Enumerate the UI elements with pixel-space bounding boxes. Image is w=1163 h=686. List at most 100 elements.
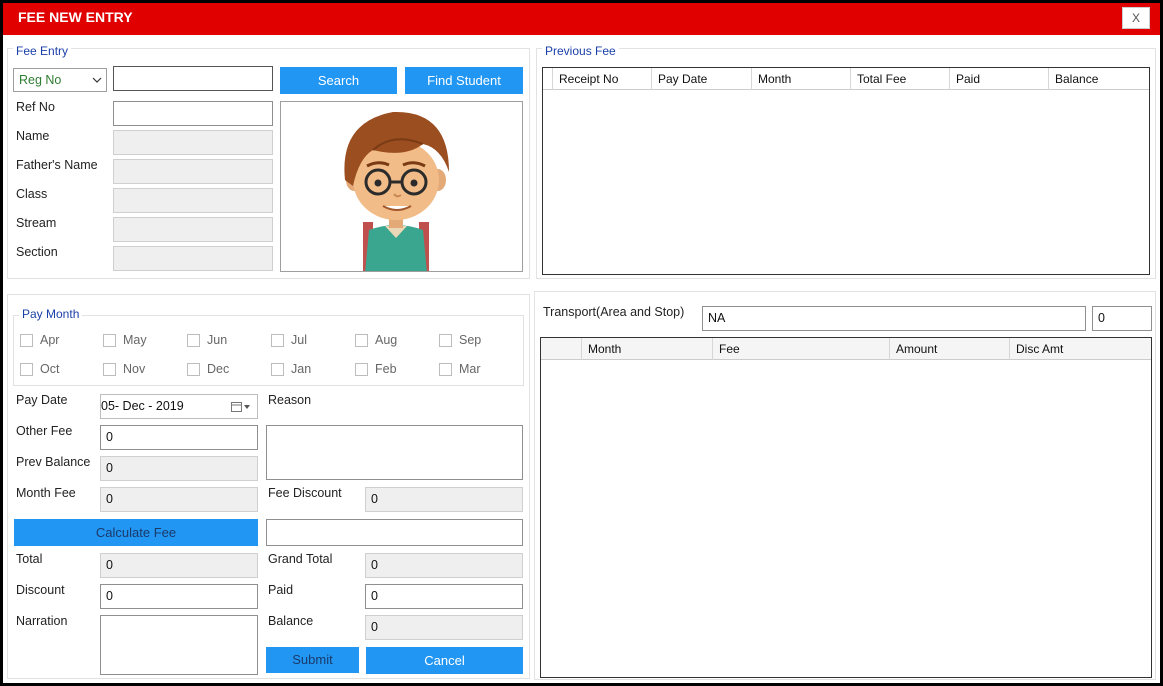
column-header-paid[interactable]: Paid — [950, 68, 1049, 90]
fee-discount-label: Fee Discount — [268, 486, 342, 500]
month-label: Apr — [40, 333, 60, 347]
fee-entry-window: FEE NEW ENTRY X Fee Entry Reg No Search … — [3, 3, 1160, 683]
paid-label: Paid — [268, 583, 294, 597]
find-student-button[interactable]: Find Student — [405, 67, 523, 94]
calculate-fee-button[interactable]: Calculate Fee — [14, 519, 258, 546]
pay-date-picker[interactable]: 05- Dec - 2019 — [100, 394, 258, 419]
balance-label: Balance — [268, 614, 314, 628]
month-fee-field: 0 — [100, 487, 258, 512]
checkbox[interactable] — [103, 363, 116, 376]
balance-field: 0 — [365, 615, 523, 640]
name-field — [113, 130, 273, 155]
search-button[interactable]: Search — [280, 67, 397, 94]
prev-balance-label: Prev Balance — [16, 455, 91, 469]
discount-input[interactable]: 0 — [100, 584, 258, 609]
title-bar: FEE NEW ENTRY X — [3, 3, 1160, 35]
section-label: Section — [16, 245, 58, 259]
row-selector-header — [543, 68, 553, 90]
grand-total-label: Grand Total — [268, 552, 333, 566]
checkbox[interactable] — [439, 363, 452, 376]
pay-month-legend: Pay Month — [19, 307, 83, 321]
month-label: May — [123, 333, 147, 347]
transport-label: Transport(Area and Stop) — [543, 305, 685, 319]
month-label: Aug — [375, 333, 398, 347]
total-label: Total — [16, 552, 43, 566]
month-label: Nov — [123, 362, 146, 376]
ref-no-label: Ref No — [16, 100, 55, 114]
checkbox[interactable] — [439, 334, 452, 347]
month-fee-label: Month Fee — [16, 486, 76, 500]
pay-date-value: 05- Dec - 2019 — [101, 399, 184, 413]
column-header-pay-date[interactable]: Pay Date — [652, 68, 752, 90]
month-label: Dec — [207, 362, 230, 376]
fathers-name-field — [113, 159, 273, 184]
student-avatar-icon — [344, 111, 449, 271]
cancel-button[interactable]: Cancel — [366, 647, 523, 674]
grand-total-field: 0 — [365, 553, 523, 578]
checkbox[interactable] — [103, 334, 116, 347]
other-fee-label: Other Fee — [16, 424, 73, 438]
month-label: Sep — [459, 333, 482, 347]
calc-note-input[interactable] — [266, 519, 523, 546]
prev-balance-field: 0 — [100, 456, 258, 481]
total-field: 0 — [100, 553, 258, 578]
class-field — [113, 188, 273, 213]
chevron-down-icon — [92, 77, 102, 83]
transport-amount-input[interactable]: 0 — [1092, 306, 1152, 331]
month-label: Feb — [375, 362, 397, 376]
search-by-select[interactable]: Reg No — [13, 68, 107, 92]
column-header-balance[interactable]: Balance — [1049, 68, 1149, 90]
search-by-value: Reg No — [19, 73, 62, 87]
checkbox[interactable] — [355, 363, 368, 376]
search-input[interactable] — [113, 66, 273, 91]
narration-label: Narration — [16, 614, 68, 628]
transport-fee-table[interactable]: Month Fee Amount Disc Amt — [540, 337, 1152, 678]
month-label: Jan — [291, 362, 312, 376]
student-photo — [280, 101, 523, 272]
month-label: Oct — [40, 362, 60, 376]
paid-input[interactable]: 0 — [365, 584, 523, 609]
transport-area-input[interactable]: NA — [702, 306, 1086, 331]
column-header-month[interactable]: Month — [582, 338, 713, 360]
reason-textarea[interactable] — [266, 425, 523, 480]
stream-label: Stream — [16, 216, 57, 230]
other-fee-input[interactable]: 0 — [100, 425, 258, 450]
month-label: Jul — [291, 333, 307, 347]
calendar-icon[interactable] — [231, 401, 251, 413]
month-label: Jun — [207, 333, 228, 347]
checkbox[interactable] — [271, 334, 284, 347]
reason-label: Reason — [268, 393, 312, 407]
checkbox[interactable] — [187, 363, 200, 376]
fee-discount-field: 0 — [365, 487, 523, 512]
column-header-fee[interactable]: Fee — [713, 338, 890, 360]
fathers-name-label: Father's Name — [16, 158, 98, 172]
checkbox[interactable] — [20, 363, 33, 376]
previous-fee-legend: Previous Fee — [542, 44, 619, 58]
previous-fee-header-row: Receipt No Pay Date Month Total Fee Paid… — [543, 68, 1149, 90]
column-header-disc-amt[interactable]: Disc Amt — [1010, 338, 1151, 360]
checkbox[interactable] — [355, 334, 368, 347]
checkbox[interactable] — [187, 334, 200, 347]
transport-fee-header-row: Month Fee Amount Disc Amt — [541, 338, 1151, 360]
column-header-receipt-no[interactable]: Receipt No — [553, 68, 652, 90]
pay-date-label: Pay Date — [16, 393, 68, 407]
checkbox[interactable] — [271, 363, 284, 376]
ref-no-input[interactable] — [113, 101, 273, 126]
row-selector-header — [541, 338, 582, 360]
column-header-month[interactable]: Month — [752, 68, 851, 90]
checkbox[interactable] — [20, 334, 33, 347]
column-header-total-fee[interactable]: Total Fee — [851, 68, 950, 90]
previous-fee-table[interactable]: Receipt No Pay Date Month Total Fee Paid… — [542, 67, 1150, 275]
column-header-amount[interactable]: Amount — [890, 338, 1010, 360]
stream-field — [113, 217, 273, 242]
window-title: FEE NEW ENTRY — [18, 9, 133, 25]
month-label: Mar — [459, 362, 481, 376]
close-button[interactable]: X — [1122, 7, 1150, 29]
fee-entry-legend: Fee Entry — [13, 44, 72, 58]
name-label: Name — [16, 129, 50, 143]
discount-label: Discount — [16, 583, 65, 597]
class-label: Class — [16, 187, 48, 201]
narration-textarea[interactable] — [100, 615, 258, 675]
submit-button[interactable]: Submit — [266, 647, 359, 673]
section-field — [113, 246, 273, 271]
